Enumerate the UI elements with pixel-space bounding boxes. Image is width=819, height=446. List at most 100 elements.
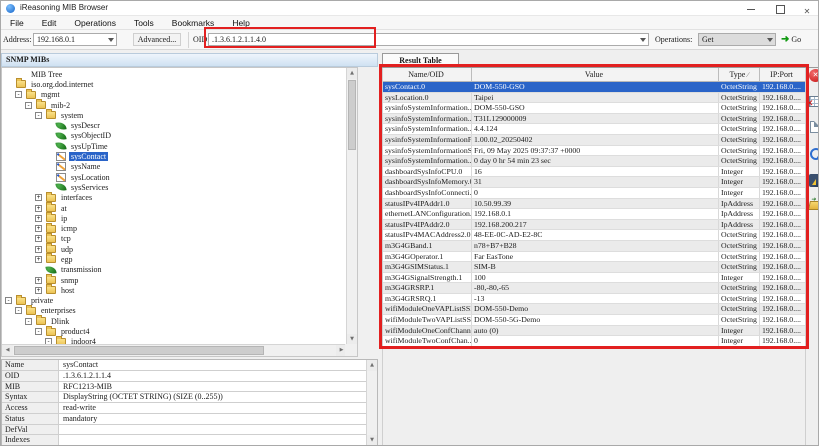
result-row[interactable]: m3G4GSignalStrength.1 100 Integer 192.16… bbox=[383, 273, 805, 284]
clear-results-icon[interactable] bbox=[809, 69, 819, 82]
graph-icon[interactable] bbox=[809, 174, 819, 187]
result-row[interactable]: sysLocation.0 Taipei OctetString 192.168… bbox=[383, 93, 805, 104]
tree-expander-icon[interactable] bbox=[15, 91, 22, 98]
column-header[interactable]: Name/OID bbox=[383, 68, 472, 81]
tree-item[interactable]: icmp bbox=[2, 223, 347, 233]
result-row[interactable]: sysinfoSystemInformation... T31L12900000… bbox=[383, 114, 805, 125]
tree-item[interactable]: sysContact bbox=[2, 151, 347, 161]
result-row[interactable]: m3G4GBand.1 n78+B7+B28 OctetString 192.1… bbox=[383, 241, 805, 252]
tree-expander-icon[interactable] bbox=[25, 318, 32, 325]
menu-item[interactable]: Bookmarks bbox=[163, 16, 224, 29]
tree-item[interactable]: system bbox=[2, 110, 347, 120]
tree-expander-icon[interactable] bbox=[35, 215, 42, 222]
result-row[interactable]: statusIPv4MACAddress2.0 48-EE-0C-AD-E2-8… bbox=[383, 230, 805, 241]
tree-expander-icon[interactable] bbox=[35, 256, 42, 263]
tree-expander-icon[interactable] bbox=[35, 112, 42, 119]
tree-item[interactable]: Dlink bbox=[2, 316, 347, 326]
tree-item[interactable]: transmission bbox=[2, 265, 347, 275]
result-row[interactable]: sysinfoSystemInformation... DOM-550-GSO … bbox=[383, 103, 805, 114]
scrollbar-thumb[interactable] bbox=[348, 80, 356, 150]
export-document-icon[interactable] bbox=[810, 121, 819, 133]
result-row[interactable]: m3G4GOperator.1 Far EasTone OctetString … bbox=[383, 252, 805, 263]
advanced-button[interactable]: Advanced... bbox=[133, 33, 181, 46]
menu-item[interactable]: Operations bbox=[65, 16, 125, 29]
scroll-left-icon[interactable]: ◀ bbox=[2, 345, 13, 356]
scroll-up-icon[interactable]: ▲ bbox=[347, 68, 357, 79]
tree-expander-icon[interactable] bbox=[35, 287, 42, 294]
result-row[interactable]: m3G4GRSRP.1 -80,-80,-65 OctetString 192.… bbox=[383, 283, 805, 294]
properties-vertical-scrollbar[interactable]: ▲ ▼ bbox=[366, 360, 377, 446]
tree-expander-icon[interactable] bbox=[35, 235, 42, 242]
column-header[interactable]: IP:Port bbox=[760, 68, 805, 81]
tree-expander-icon[interactable] bbox=[5, 297, 12, 304]
tree-item[interactable]: sysName bbox=[2, 162, 347, 172]
tree-item[interactable]: host bbox=[2, 285, 347, 295]
column-header[interactable]: Type∕ bbox=[719, 68, 760, 81]
open-folder-icon[interactable] bbox=[808, 201, 819, 210]
tree-item[interactable]: sysObjectID bbox=[2, 131, 347, 141]
tree-item[interactable]: ip bbox=[2, 213, 347, 223]
tree-item[interactable]: snmp bbox=[2, 275, 347, 285]
result-row[interactable]: dashboardSysInfoMemory.0 31 Integer 192.… bbox=[383, 177, 805, 188]
tree-item[interactable]: udp bbox=[2, 244, 347, 254]
go-button[interactable]: ➜ Go bbox=[781, 32, 817, 48]
tree-expander-icon[interactable] bbox=[35, 205, 42, 212]
menu-item[interactable]: Tools bbox=[125, 16, 163, 29]
tree-item[interactable]: private bbox=[2, 296, 347, 306]
tree-vertical-scrollbar[interactable]: ▲ ▼ bbox=[346, 68, 357, 345]
tree-item[interactable]: egp bbox=[2, 254, 347, 264]
tree-expander-icon[interactable] bbox=[35, 225, 42, 232]
tree-item[interactable]: sysUpTime bbox=[2, 141, 347, 151]
tree-item[interactable]: tcp bbox=[2, 234, 347, 244]
menu-item[interactable]: File bbox=[1, 16, 33, 29]
tree-horizontal-scrollbar[interactable]: ◀ ▶ bbox=[2, 344, 347, 356]
result-row[interactable]: sysinfoSystemInformationF... 1.00.02_202… bbox=[383, 135, 805, 146]
maximize-icon[interactable] bbox=[767, 1, 793, 16]
tree-expander-icon[interactable] bbox=[35, 246, 42, 253]
tree-expander-icon[interactable] bbox=[35, 328, 42, 335]
search-icon[interactable] bbox=[809, 147, 819, 160]
oid-input[interactable]: .1.3.6.1.2.1.1.4.0 bbox=[208, 33, 649, 46]
scroll-up-icon[interactable]: ▲ bbox=[367, 360, 377, 371]
tree-expander-icon[interactable] bbox=[35, 277, 42, 284]
result-row[interactable]: wifiModuleOneVAPListSSI... DOM-550-Demo … bbox=[383, 304, 805, 315]
tree-item[interactable]: enterprises bbox=[2, 306, 347, 316]
result-row[interactable]: wifiModuleOneConfChann... auto (0) Integ… bbox=[383, 326, 805, 337]
tree-item[interactable]: sysDescr bbox=[2, 120, 347, 130]
tree-item[interactable]: mib-2 bbox=[2, 100, 347, 110]
tree-item[interactable]: MIB Tree bbox=[2, 69, 347, 79]
tree-expander-icon[interactable] bbox=[15, 307, 22, 314]
chevron-down-icon[interactable] bbox=[108, 38, 114, 42]
close-icon[interactable] bbox=[794, 1, 819, 16]
tree-item[interactable]: sysServices bbox=[2, 182, 347, 192]
tree-item[interactable]: mgmt bbox=[2, 90, 347, 100]
address-combo[interactable]: 192.168.0.1 bbox=[33, 33, 117, 46]
result-row[interactable]: sysinfoSystemInformation... 0 day 0 hr 5… bbox=[383, 156, 805, 167]
tree-expander-icon[interactable] bbox=[25, 102, 32, 109]
column-header[interactable]: Value bbox=[472, 68, 719, 81]
menu-item[interactable]: Edit bbox=[33, 16, 66, 29]
result-row[interactable]: ethernetLANConfiguration... 192.168.0.1 … bbox=[383, 209, 805, 220]
tree-item[interactable]: interfaces bbox=[2, 193, 347, 203]
clear-table-icon[interactable] bbox=[809, 96, 819, 107]
result-row[interactable]: statusIPv4IPAddr2.0 192.168.200.217 IpAd… bbox=[383, 220, 805, 231]
chevron-down-icon[interactable] bbox=[767, 38, 773, 42]
tree-item[interactable]: iso.org.dod.internet bbox=[2, 79, 347, 89]
result-row[interactable]: sysinfoSystemInformationS... Fri, 09 May… bbox=[383, 146, 805, 157]
menu-item[interactable]: Help bbox=[223, 16, 258, 29]
result-row[interactable]: m3G4GSIMStatus.1 SIM-B OctetString 192.1… bbox=[383, 262, 805, 273]
scrollbar-thumb[interactable] bbox=[14, 346, 264, 355]
result-row[interactable]: dashboardSysInfoCPU.0 16 Integer 192.168… bbox=[383, 167, 805, 178]
tree-item[interactable]: at bbox=[2, 203, 347, 213]
tree-expander-icon[interactable] bbox=[35, 194, 42, 201]
tab-result-table[interactable]: Result Table bbox=[382, 53, 459, 67]
result-row[interactable]: statusIPv4IPAddr1.0 10.50.99.39 IpAddres… bbox=[383, 199, 805, 210]
tree-item[interactable]: product4 bbox=[2, 326, 347, 336]
result-row[interactable]: dashboardSysInfoConnecti... 0 Integer 19… bbox=[383, 188, 805, 199]
scroll-down-icon[interactable]: ▼ bbox=[367, 435, 377, 446]
minimize-icon[interactable] bbox=[738, 1, 764, 16]
result-row[interactable]: m3G4GRSRQ.1 -13 OctetString 192.168.0...… bbox=[383, 294, 805, 305]
result-row[interactable]: sysContact.0 DOM-550-GSO OctetString 192… bbox=[383, 82, 805, 93]
result-row[interactable]: wifiModuleTwoConfChan... 0 Integer 192.1… bbox=[383, 336, 805, 347]
result-row[interactable]: sysinfoSystemInformation... 4.4.124 Octe… bbox=[383, 124, 805, 135]
